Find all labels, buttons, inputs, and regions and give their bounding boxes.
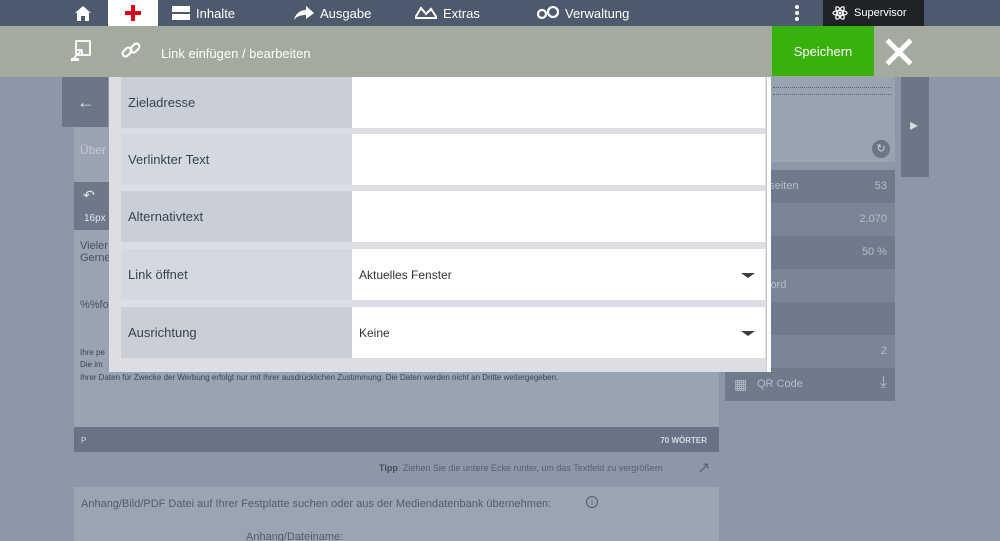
layout-icon <box>172 6 190 20</box>
select-value: Aktuelles Fenster <box>359 267 452 282</box>
chevron-down-icon <box>741 331 755 336</box>
resize-tip: Tipp: Ziehen Sie die untere Ecke runter,… <box>379 463 663 473</box>
tip-label: Tipp <box>379 463 398 473</box>
preview-lines <box>773 87 891 95</box>
nav-extras[interactable]: Extras <box>415 0 480 26</box>
nav-inhalte[interactable]: Inhalte <box>172 0 235 26</box>
dialog-scrollbar[interactable] <box>766 77 771 372</box>
alignment-select[interactable]: Keine <box>352 307 765 358</box>
field-alternativtext: Alternativtext <box>121 191 765 242</box>
share-arrow-icon <box>294 6 314 20</box>
top-navigation: Inhalte Ausgabe Extras Verwaltung Superv… <box>0 0 1000 26</box>
plus-icon <box>125 5 141 21</box>
field-label: Zieladresse <box>121 77 352 128</box>
word-count: 70 WÖRTER <box>660 436 707 445</box>
home-button[interactable] <box>72 0 94 26</box>
upload-text: Anhang/Bild/PDF Datei auf Ihrer Festplat… <box>81 498 552 510</box>
field-link-oeffnet: Link öffnet Aktuelles Fenster <box>121 249 765 300</box>
dialog-header: Link einfügen / bearbeiten Speichern <box>0 26 1000 77</box>
add-new-button[interactable] <box>108 0 158 26</box>
link-target-select[interactable]: Aktuelles Fenster <box>352 249 765 300</box>
nav-verwaltung-label: Verwaltung <box>565 5 630 21</box>
link-mode-button[interactable] <box>120 39 142 61</box>
atom-icon <box>832 6 848 20</box>
save-button[interactable]: Speichern <box>772 26 874 76</box>
field-zieladresse: Zieladresse <box>121 77 765 128</box>
link-icon <box>121 42 141 58</box>
field-label: Alternativtext <box>121 191 352 242</box>
nav-ausgabe-label: Ausgabe <box>320 5 372 21</box>
tip-text: : Ziehen Sie die untere Ecke runter, um … <box>397 463 663 473</box>
verlinkter-text-input[interactable] <box>352 134 765 185</box>
refresh-icon[interactable]: ↻ <box>872 140 890 158</box>
alternativtext-input[interactable] <box>352 191 765 242</box>
editor-text-line: Vieler <box>80 240 108 252</box>
supervisor-menu[interactable]: Supervisor <box>823 0 924 26</box>
undo-icon[interactable]: ↶ <box>83 187 95 204</box>
font-size-value[interactable]: 16px <box>84 213 106 224</box>
zieladresse-input[interactable] <box>352 77 765 128</box>
close-icon <box>885 38 913 66</box>
editor-small-text: Ihre pe <box>80 348 105 357</box>
link-dialog: Zieladresse Verlinkter Text Alternativte… <box>109 77 771 372</box>
editor-small-text: Die im <box>80 360 103 369</box>
more-menu-button[interactable] <box>790 0 804 26</box>
editor-status-bar: P 70 WÖRTER <box>74 427 719 452</box>
field-verlinkter-text: Verlinkter Text <box>121 134 765 185</box>
close-button[interactable] <box>885 38 913 66</box>
upload-section: Anhang/Bild/PDF Datei auf Ihrer Festplat… <box>74 487 719 541</box>
back-arrow-button[interactable]: ← <box>62 77 108 127</box>
extras-icon <box>415 6 437 19</box>
chevron-down-icon <box>741 273 755 278</box>
field-label: Link öffnet <box>121 249 352 300</box>
nav-extras-label: Extras <box>443 5 480 21</box>
editor-placeholder: %%fo <box>80 299 109 311</box>
arrow-left-icon: ← <box>77 92 95 112</box>
external-link-icon <box>70 40 91 62</box>
download-icon[interactable]: ⤓ <box>880 374 887 392</box>
field-label: Verlinkter Text <box>121 134 352 185</box>
upload-filename-label: Anhang/Dateiname: <box>246 531 344 541</box>
gears-icon <box>537 6 559 20</box>
nav-ausgabe[interactable]: Ausgabe <box>294 0 371 26</box>
nav-verwaltung[interactable]: Verwaltung <box>537 0 629 26</box>
resize-arrow-icon: ↗ <box>697 460 711 477</box>
info-icon[interactable]: i <box>586 496 598 508</box>
editor-text-line: Gerne <box>80 252 111 264</box>
element-path: P <box>81 436 87 445</box>
qr-code-icon: ▦ <box>734 376 748 392</box>
open-external-button[interactable] <box>70 40 92 62</box>
qr-code-row[interactable]: ▦ QR Code ⤓ <box>725 368 895 401</box>
home-icon <box>75 5 91 21</box>
dialog-title: Link einfügen / bearbeiten <box>161 46 311 61</box>
nav-inhalte-label: Inhalte <box>196 5 236 21</box>
select-value: Keine <box>359 325 390 340</box>
field-ausrichtung: Ausrichtung Keine <box>121 307 765 358</box>
editor-small-text: Ihrer Daten für Zwecke der Werbung erfol… <box>80 373 559 382</box>
field-label: Ausrichtung <box>121 307 352 358</box>
editor-heading: Über <box>80 143 107 157</box>
more-vertical-icon <box>795 5 799 21</box>
supervisor-label: Supervisor <box>854 7 907 19</box>
chevron-right-icon: ▸ <box>910 117 919 134</box>
next-arrow-button[interactable]: ▸ <box>901 77 929 177</box>
